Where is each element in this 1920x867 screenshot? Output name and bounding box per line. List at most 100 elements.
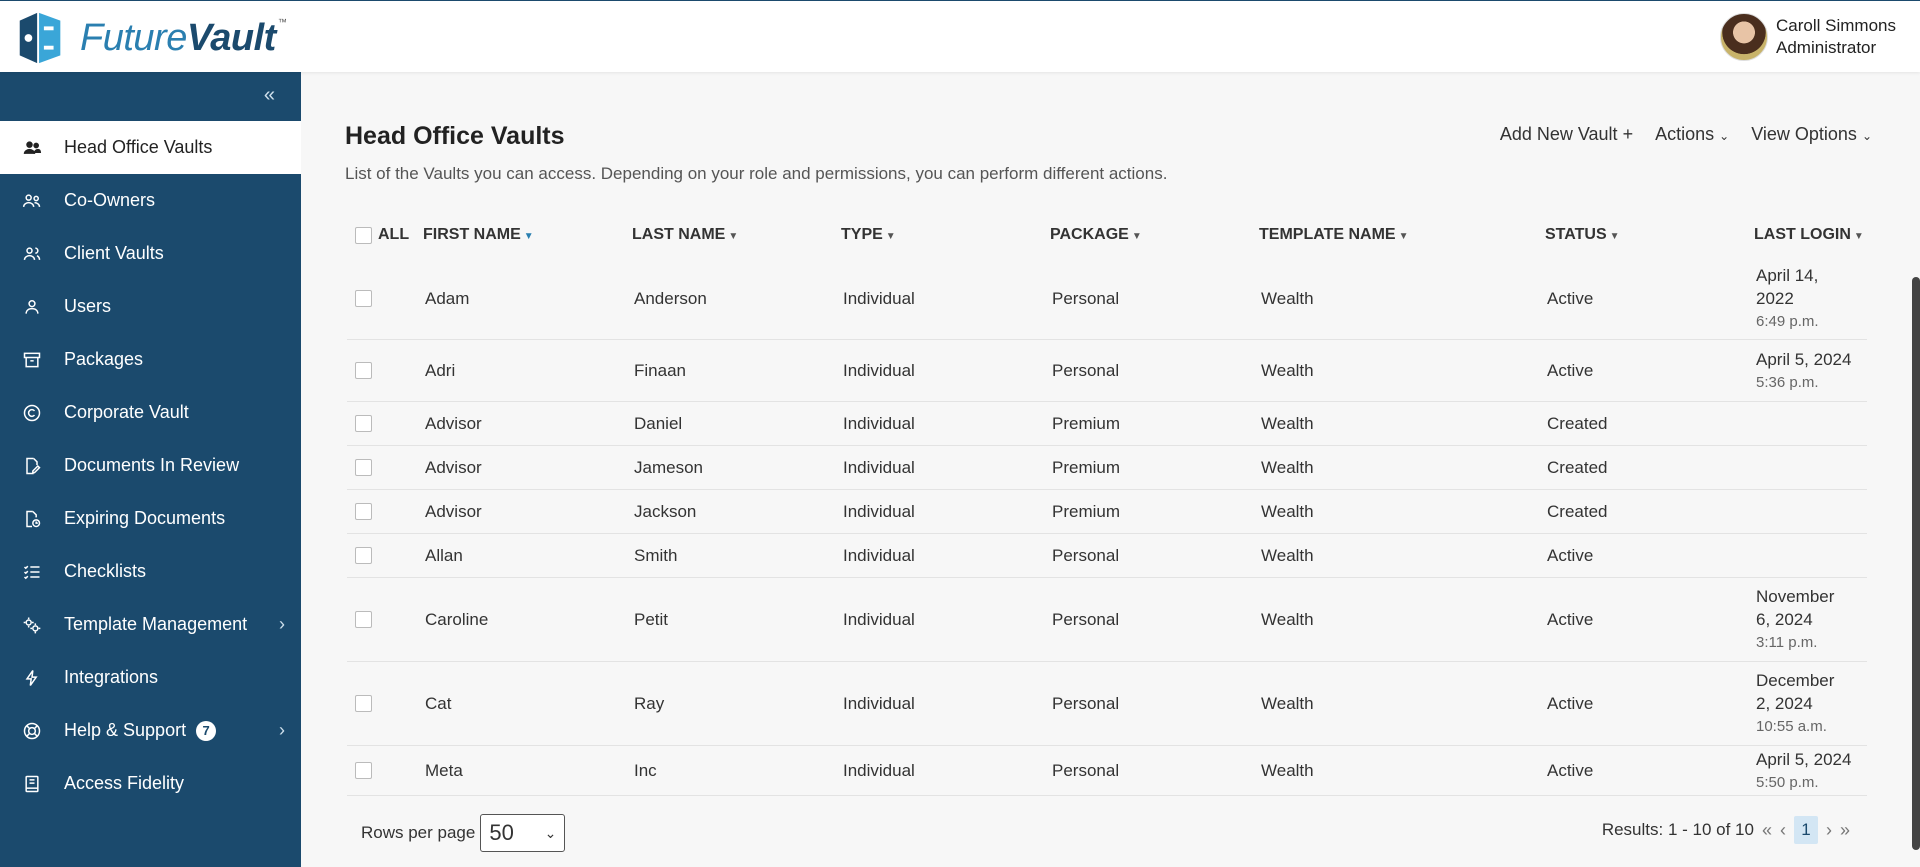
select-all-checkbox[interactable] [355,226,372,244]
sort-template-name[interactable]: TEMPLATE NAME ▼ [1259,226,1545,244]
sidebar-item-label: Template Management [64,614,248,634]
cell-last-login: December 2, 2024 10:55 a.m. [1754,669,1867,738]
user-role: Administrator [1776,38,1877,57]
sort-status[interactable]: STATUS ▼ [1545,226,1754,244]
plus-icon: + [1622,124,1634,144]
sidebar-item-integrations[interactable]: Integrations [0,651,301,704]
sidebar-item-packages[interactable]: Packages [0,333,301,386]
sort-last-name[interactable]: LAST NAME ▼ [632,226,841,244]
first-page-icon[interactable]: « [1762,820,1772,841]
cell-last-name: Daniel [634,413,683,433]
cell-last-name: Petit [634,609,669,629]
cell-type: Individual [843,545,915,565]
table-row[interactable]: Caroline Petit Individual Personal Wealth Act… [347,578,1867,662]
scrollbar[interactable] [1912,277,1920,850]
row-checkbox[interactable] [355,290,372,307]
row-checkbox[interactable] [355,762,372,779]
login-time: 6:49 p.m. [1756,313,1819,330]
cell-package: Personal [1052,609,1120,629]
login-date-cont: 2022 [1756,289,1794,308]
table-row[interactable]: Allan Smith Individual Personal Wealth Active [347,534,1867,578]
sidebar-item-expiring-documents[interactable]: Expiring Documents [0,492,301,545]
chevron-right-icon: › [279,720,285,740]
header-first-name: FIRST NAME [423,226,521,243]
futurevault-logo[interactable]: FutureVault ™ [12,9,287,67]
sidebar-item-documents-in-review[interactable]: Documents In Review [0,439,301,492]
sidebar-item-label: Expiring Documents [64,508,226,528]
user-menu[interactable]: Caroll Simmons Administrator [1720,13,1896,61]
view-options-dropdown[interactable]: View Options ⌄ [1751,124,1872,145]
collapse-sidebar-icon[interactable]: « [264,84,275,107]
cell-last-name: Jameson [634,457,703,477]
brand-name-vault: Vault [186,16,277,59]
row-checkbox[interactable] [355,415,372,432]
toolbar: Add New Vault + Actions ⌄ View Options ⌄ [1500,124,1872,145]
sidebar-item-head-office-vaults[interactable]: Head Office Vaults [0,121,301,174]
cell-status: Active [1547,545,1594,565]
sort-caret-icon: ▼ [1609,231,1620,242]
pagination: Results: 1 - 10 of 10 « ‹ 1 › » [1602,816,1850,844]
sort-last-login[interactable]: LAST LOGIN ▼ [1754,226,1867,244]
lightning-icon [20,666,44,690]
logo-icon [19,12,61,64]
table-row[interactable]: Advisor Jackson Individual Premium Wealth Cre… [347,490,1867,534]
sort-package[interactable]: PACKAGE ▼ [1050,226,1259,244]
sidebar-item-label: Integrations [64,667,159,687]
cell-package: Personal [1052,288,1120,308]
row-checkbox[interactable] [355,503,372,520]
cell-status: Active [1547,360,1594,380]
table-row[interactable]: Adri Finaan Individual Personal Wealth Active… [347,340,1867,402]
sort-type[interactable]: TYPE ▼ [841,226,1050,244]
cell-template-name: Wealth [1261,457,1314,477]
avatar[interactable] [1720,13,1769,61]
results-count: Results: 1 - 10 of 10 [1601,820,1754,839]
row-checkbox[interactable] [355,459,372,476]
chevron-right-icon: › [279,614,285,634]
cell-first-name: Advisor [425,457,482,477]
sidebar-item-users[interactable]: Users [0,280,301,333]
user-name: Caroll Simmons [1776,16,1896,35]
sidebar-item-access-fidelity[interactable]: Access Fidelity [0,757,301,810]
sidebar-item-label: Help & Support [64,720,187,740]
sidebar-item-corporate-vault[interactable]: Corporate Vault [0,386,301,439]
cell-package: Premium [1052,501,1121,521]
cell-first-name: Adri [425,360,456,380]
row-checkbox[interactable] [355,547,372,564]
actions-dropdown[interactable]: Actions ⌄ [1655,124,1729,145]
page-number-button[interactable]: 1 [1793,816,1818,844]
table-row[interactable]: Advisor Jameson Individual Premium Wealth Cre… [347,446,1867,490]
table-row[interactable]: Cat Ray Individual Personal Wealth Active Dece… [347,662,1867,746]
cell-type: Individual [843,693,915,713]
copyright-icon [20,401,44,425]
login-date: December [1756,671,1835,690]
table-row[interactable]: Meta Inc Individual Personal Wealth Active Apr… [347,746,1867,796]
row-checkbox[interactable] [355,695,372,712]
sort-caret-icon: ▼ [1398,231,1409,242]
row-checkbox[interactable] [355,611,372,628]
cell-template-name: Wealth [1261,501,1314,521]
add-new-vault-button[interactable]: Add New Vault + [1500,124,1633,145]
cell-first-name: Allan [425,545,463,565]
last-page-icon[interactable]: » [1840,820,1850,841]
row-checkbox[interactable] [355,362,372,379]
sort-caret-icon: ▼ [885,231,896,242]
rows-per-page-select[interactable]: 50 ⌄ [480,814,566,852]
sidebar-item-client-vaults[interactable]: Client Vaults [0,227,301,280]
sidebar-item-co-owners[interactable]: Co-Owners [0,174,301,227]
header-last-login: LAST LOGIN [1754,226,1851,243]
client-vaults-icon [20,242,44,266]
next-page-icon[interactable]: › [1826,820,1832,841]
cell-status: Created [1547,501,1608,521]
prev-page-icon[interactable]: ‹ [1780,820,1786,841]
co-owners-icon [20,189,44,213]
table-row[interactable]: Adam Anderson Individual Personal Wealth Acti… [347,258,1867,340]
table-row[interactable]: Advisor Daniel Individual Premium Wealth Crea… [347,402,1867,446]
sidebar-item-template-management[interactable]: Template Management › [0,598,301,651]
page-description: List of the Vaults you can access. Depen… [345,164,1168,183]
lifebuoy-icon [20,719,44,743]
sidebar-item-help-support[interactable]: Help & Support 7 › [0,704,301,757]
sidebar-item-checklists[interactable]: Checklists [0,545,301,598]
cell-status: Created [1547,413,1608,433]
sort-first-name[interactable]: FIRST NAME ▼ [423,226,632,244]
cell-template-name: Wealth [1261,413,1314,433]
